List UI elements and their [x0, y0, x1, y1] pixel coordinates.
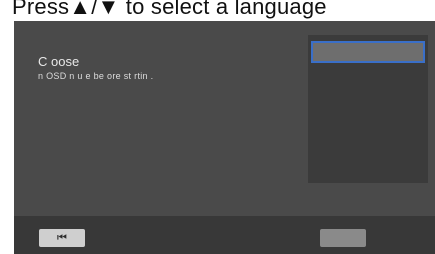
setup-screen: C oose n OSD n u e be ore st rtin . ⏮ — [14, 21, 435, 254]
bottom-bar: ⏮ — [14, 216, 435, 254]
screen-subtitle: n OSD n u e be ore st rtin . — [38, 71, 154, 81]
language-list — [308, 35, 428, 183]
skip-previous-icon: ⏮ — [57, 231, 67, 244]
next-button[interactable] — [320, 229, 366, 247]
previous-button[interactable]: ⏮ — [39, 229, 85, 247]
language-item-selected[interactable] — [311, 41, 425, 63]
instruction-caption: Press▲/▼ to select a language — [12, 0, 327, 19]
screen-title: C oose — [38, 54, 80, 69]
